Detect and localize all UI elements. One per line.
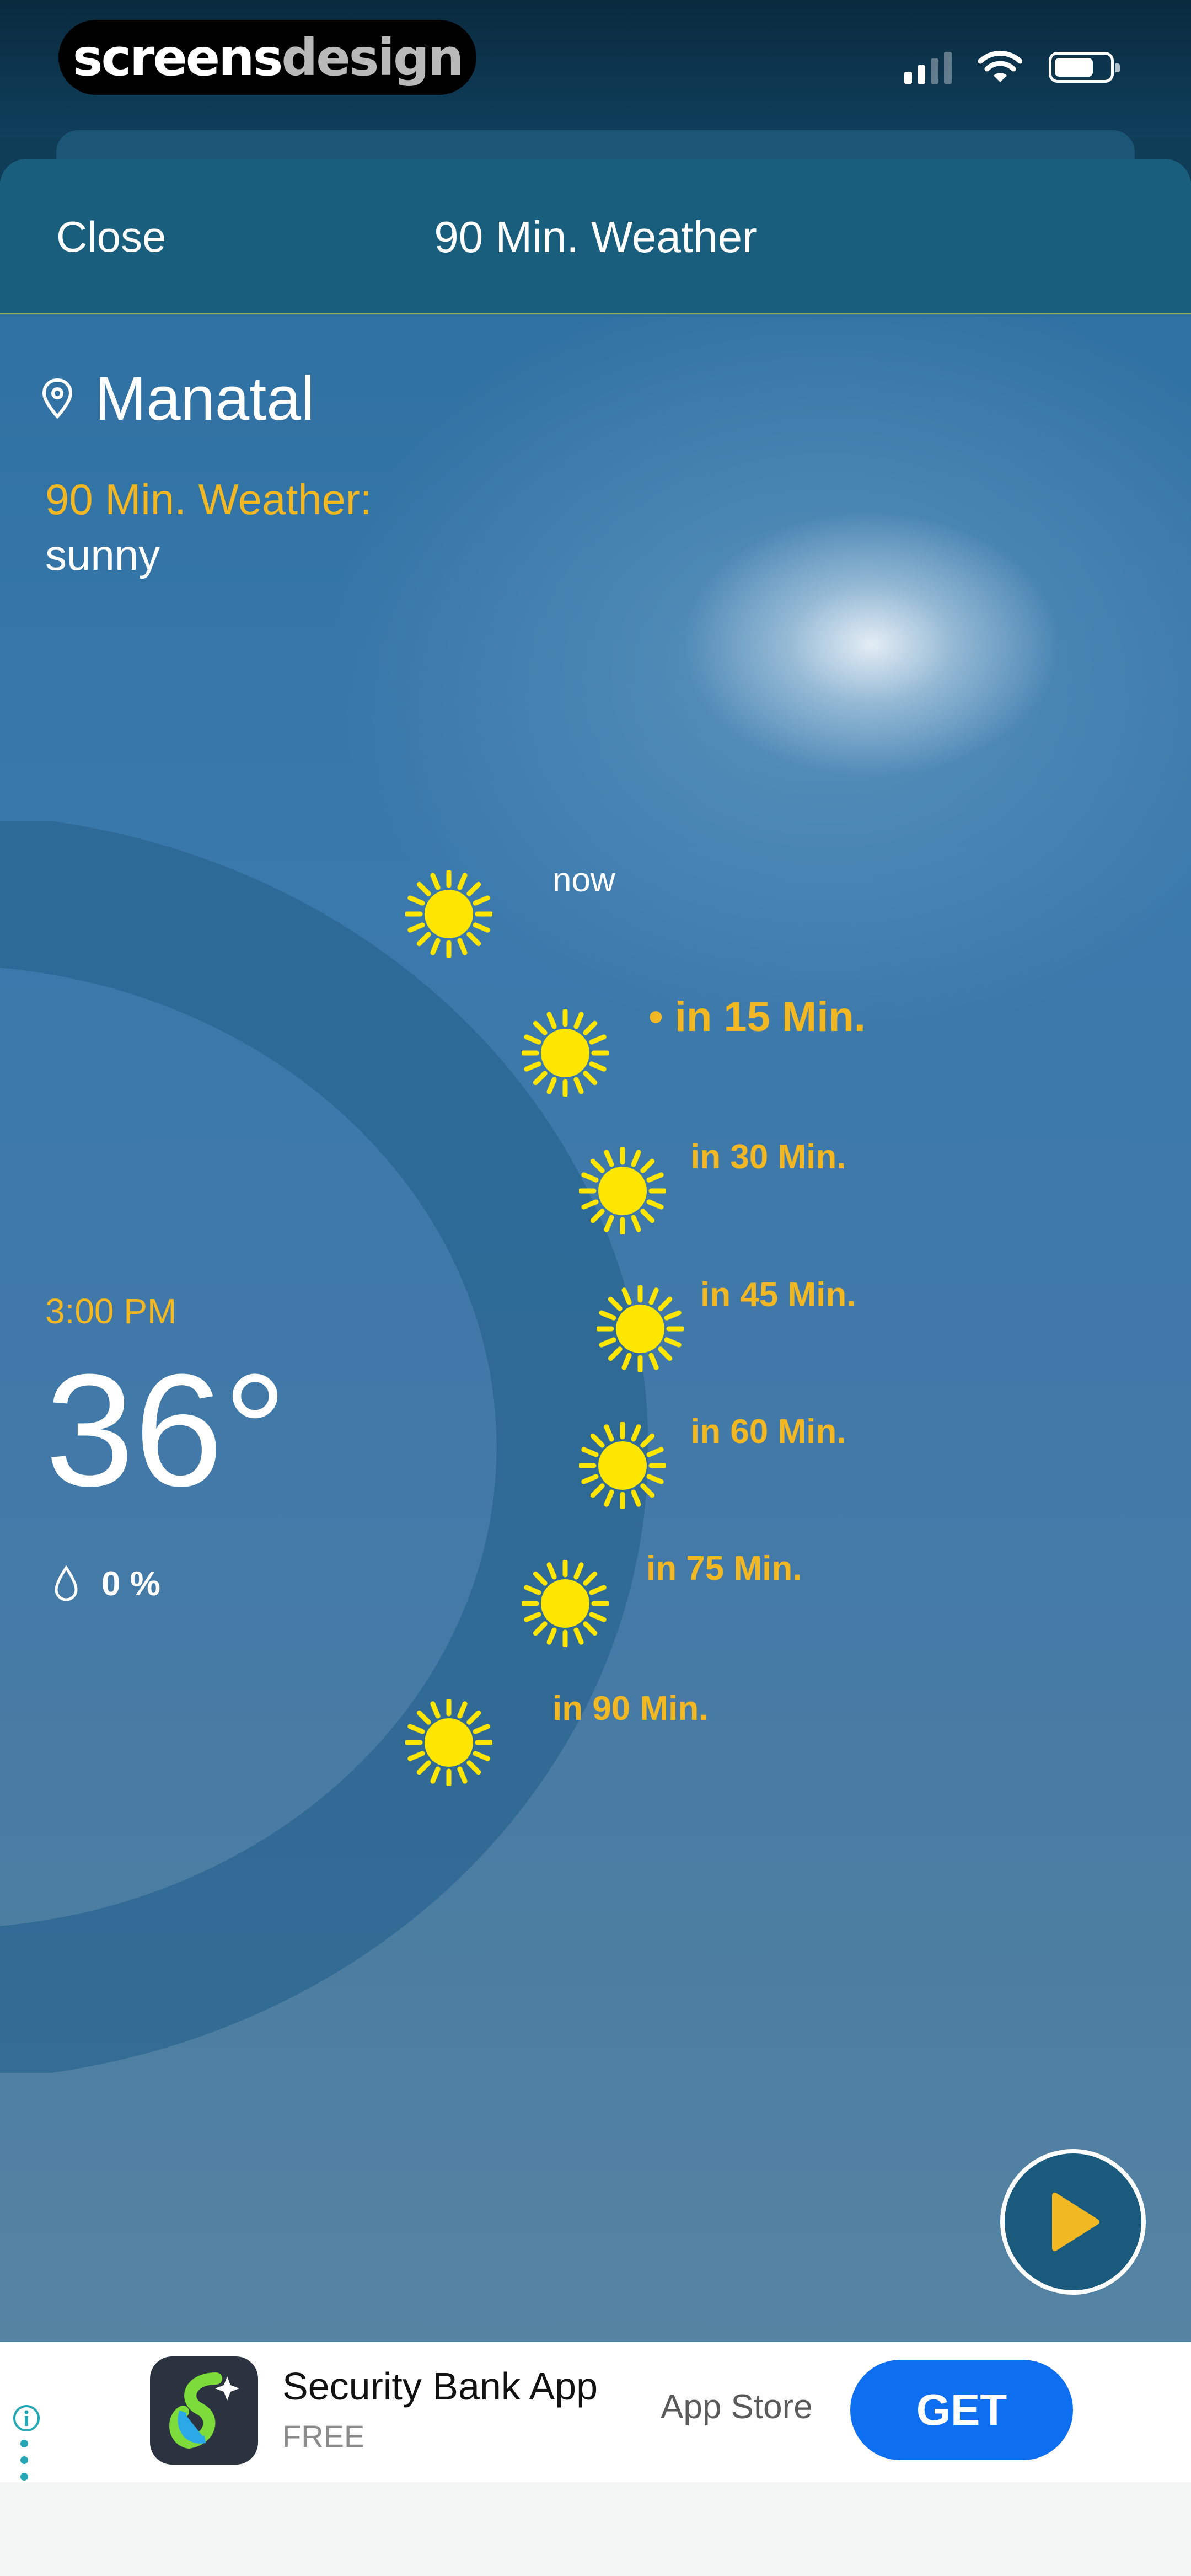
forecast-step-label[interactable]: in 45 Min. bbox=[700, 1275, 856, 1314]
summary-condition: sunny bbox=[45, 531, 160, 579]
forecast-step-label[interactable]: • in 15 Min. bbox=[648, 993, 866, 1041]
weather-summary: 90 Min. Weather: sunny bbox=[45, 474, 372, 580]
get-button[interactable]: GET bbox=[850, 2360, 1073, 2460]
ad-banner[interactable]: Security Bank App FREE App Store GET bbox=[0, 2342, 1191, 2482]
info-icon[interactable] bbox=[12, 2404, 41, 2433]
more-options-icon[interactable] bbox=[19, 2438, 30, 2482]
page-title: 90 Min. Weather bbox=[434, 212, 757, 261]
sun-icon bbox=[521, 1559, 610, 1648]
play-button[interactable] bbox=[1000, 2149, 1146, 2295]
ad-title[interactable]: Security Bank App bbox=[282, 2364, 598, 2408]
precipitation-value: 0 % bbox=[101, 1565, 160, 1603]
sun-icon bbox=[404, 1698, 493, 1787]
precipitation-row: 0 % bbox=[53, 1564, 160, 1604]
location-row: Manatal bbox=[40, 363, 314, 434]
raindrop-icon bbox=[55, 1565, 78, 1601]
battery-icon bbox=[1049, 52, 1120, 83]
nav-bar: Close 90 Min. Weather bbox=[0, 159, 1191, 314]
wifi-icon bbox=[978, 51, 1022, 82]
sun-icon bbox=[404, 869, 493, 959]
location-name: Manatal bbox=[95, 364, 315, 433]
summary-label: 90 Min. Weather: bbox=[45, 475, 372, 523]
ad-store-label: App Store bbox=[661, 2388, 813, 2426]
sun-icon bbox=[578, 1146, 667, 1236]
play-icon bbox=[1052, 2193, 1099, 2251]
status-bar: screens design bbox=[0, 0, 1191, 138]
status-icons bbox=[904, 47, 1120, 87]
location-pin-icon bbox=[42, 378, 73, 419]
forecast-step-label[interactable]: in 90 Min. bbox=[552, 1689, 708, 1728]
forecast-step-label[interactable]: in 75 Min. bbox=[646, 1549, 802, 1588]
security-bank-logo-icon bbox=[169, 2372, 239, 2449]
ad-price: FREE bbox=[282, 2419, 365, 2454]
weather-sheet: Close 90 Min. Weather Manatal 90 Min. We… bbox=[0, 159, 1191, 2576]
forecast-step-label[interactable]: in 60 Min. bbox=[690, 1412, 846, 1451]
bottom-area bbox=[0, 2482, 1191, 2576]
cellular-signal-icon bbox=[904, 51, 952, 84]
brand-logo: screens design bbox=[58, 20, 476, 95]
app-icon[interactable] bbox=[150, 2356, 258, 2465]
forecast-step-label[interactable]: in 30 Min. bbox=[690, 1137, 846, 1177]
sun-icon bbox=[578, 1421, 667, 1510]
sun-icon bbox=[596, 1284, 685, 1373]
current-temperature: 36° bbox=[45, 1341, 287, 1520]
sun-icon bbox=[521, 1008, 610, 1098]
forecast-step-label[interactable]: now bbox=[552, 861, 615, 900]
current-time: 3:00 PM bbox=[45, 1291, 177, 1331]
